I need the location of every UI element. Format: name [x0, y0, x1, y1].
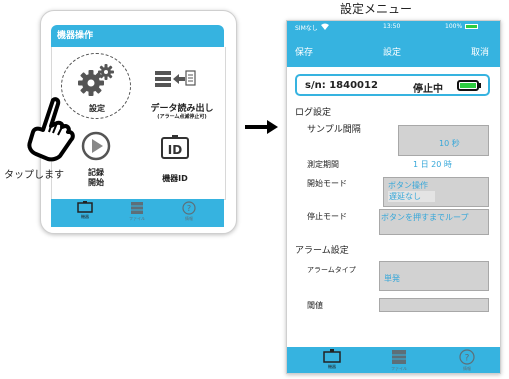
measure-period-label: 測定期間 [307, 160, 339, 169]
transition-arrow-icon [267, 120, 278, 134]
question-tab-icon: ? [459, 349, 475, 365]
file-tab-icon [131, 202, 143, 214]
svg-text:?: ? [187, 204, 191, 213]
tap-instruction-label: タップします [4, 170, 64, 181]
data-download-icon[interactable] [153, 67, 197, 91]
alarm-type-label: アラームタイプ [307, 266, 356, 274]
battery-tip [479, 83, 481, 88]
save-button[interactable]: 保存 [295, 45, 313, 58]
device-battery-icon [457, 80, 479, 91]
device-state: 停止中 [413, 84, 443, 95]
measure-period-value: 1 日 20 時 [413, 160, 452, 169]
battery-percent-text: 100% [445, 23, 463, 30]
top-navigation-bar: SIMなし 13:50 100% 保存 設定 取消 [287, 21, 500, 67]
device-tab-icon [323, 349, 341, 363]
log-settings-heading: ログ設定 [295, 108, 332, 118]
tab-device[interactable]: 機器 [65, 201, 105, 220]
start-mode-label: 開始モード [307, 179, 347, 188]
alarm-type-field[interactable]: 単発 [379, 261, 489, 291]
question-tab-icon: ? [182, 201, 196, 215]
right-phone-screen: SIMなし 13:50 100% 保存 設定 取消 s/n: 1840012 停… [286, 20, 501, 374]
hand-pointer-icon [27, 97, 75, 162]
clock-text: 13:50 [383, 23, 401, 30]
tab-file[interactable]: ファイル [377, 349, 421, 372]
start-mode-value-1: ボタン操作 [388, 181, 428, 190]
tab-device-label: 機器 [328, 364, 336, 369]
tab-file-label: ファイル [129, 216, 145, 221]
tab-device[interactable]: 機器 [310, 349, 354, 370]
start-mode-field[interactable]: ボタン操作 遅延なし [383, 177, 489, 207]
carrier-text: SIMなし [295, 25, 318, 32]
device-tab-icon [77, 201, 93, 213]
stop-mode-field[interactable]: ボタンを押すまでループ [379, 209, 489, 235]
device-operation-header: 機器操作 [51, 25, 224, 47]
start-mode-value-2: 遅延なし [388, 191, 435, 202]
tab-device-label: 機器 [81, 214, 89, 219]
tab-file[interactable]: ファイル [117, 201, 157, 222]
threshold-field[interactable] [379, 298, 489, 312]
id-icon-text: ID [168, 143, 182, 157]
data-read-sublabel: (アラーム点滅停止可) [157, 114, 207, 120]
device-id-label[interactable]: 機器ID [149, 173, 201, 184]
settings-label[interactable]: 設定 [85, 103, 109, 114]
wifi-icon [321, 23, 329, 30]
play-icon[interactable] [81, 131, 111, 161]
tab-info-label: 情報 [463, 366, 471, 371]
alarm-settings-heading: アラーム設定 [295, 246, 349, 256]
tab-info[interactable]: ? 情報 [445, 349, 489, 372]
device-id-icon[interactable]: ID [159, 133, 191, 161]
right-tab-bar: 機器 ファイル ? 情報 [287, 347, 500, 373]
tab-file-label: ファイル [391, 366, 407, 371]
settings-menu-title: 設定メニュー [340, 2, 413, 16]
device-status-bar: s/n: 1840012 停止中 [295, 74, 490, 96]
status-battery-icon [465, 24, 478, 29]
cancel-button[interactable]: 取消 [471, 45, 489, 58]
gear-icon[interactable] [75, 61, 119, 99]
file-tab-icon [392, 350, 406, 364]
tab-info[interactable]: ? 情報 [169, 201, 209, 222]
svg-text:?: ? [465, 354, 470, 364]
serial-number: s/n: 1840012 [305, 80, 378, 91]
threshold-label: 閾値 [307, 301, 323, 310]
left-tab-bar: 機器 ファイル ? 情報 [51, 199, 224, 227]
sample-interval-label: サンプル間隔 [307, 125, 361, 135]
tab-info-label: 情報 [185, 216, 193, 221]
nav-title: 設定 [383, 48, 402, 58]
transition-arrow-shaft [245, 125, 269, 129]
stop-mode-label: 停止モード [307, 212, 347, 221]
sample-interval-field[interactable]: 10 秒 [398, 125, 489, 156]
record-start-label-2[interactable]: 開始 [84, 177, 108, 188]
